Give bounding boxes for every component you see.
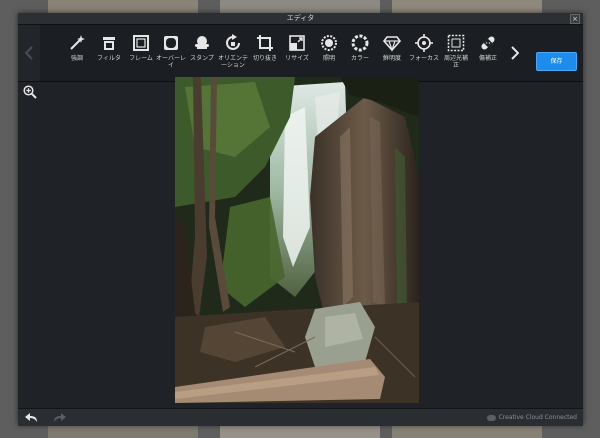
- frame-icon: [133, 35, 149, 51]
- tool-focus[interactable]: フォーカス: [407, 32, 441, 78]
- tool-label: カラー: [350, 55, 369, 62]
- canvas-area: [18, 77, 583, 408]
- tool-label: 強調: [70, 55, 83, 62]
- creative-cloud-status: Creative Cloud Connected: [486, 413, 577, 422]
- tool-resize[interactable]: リサイズ: [280, 32, 314, 78]
- tool-label: 周辺光補 正: [443, 55, 468, 69]
- chevron-left-icon: [25, 46, 33, 60]
- tool-crop[interactable]: 切り抜き: [248, 32, 282, 78]
- background-thumbnail: [48, 0, 198, 14]
- vignette-icon: [447, 34, 465, 52]
- scroll-tools-left-button[interactable]: [18, 25, 40, 81]
- tool-bar: 強調 フィルタ フレーム オーバーレ イ スタンプ オリエンテ ーション 切り抜…: [18, 25, 583, 82]
- zoom-in-icon[interactable]: [23, 85, 37, 99]
- save-button[interactable]: 保存: [536, 52, 577, 71]
- tool-label: オリエンテ ーション: [217, 55, 248, 69]
- scroll-tools-right-button[interactable]: [504, 25, 526, 81]
- photo-preview[interactable]: [175, 77, 419, 403]
- tool-label: フィルタ: [97, 55, 121, 62]
- cloud-status-icon: [486, 414, 496, 421]
- rotate-icon: [226, 34, 240, 50]
- tool-label: リサイズ: [285, 55, 309, 62]
- tool-filter[interactable]: フィルタ: [92, 32, 126, 78]
- tool-frame[interactable]: フレーム: [124, 32, 158, 78]
- tool-sharpness[interactable]: 鮮明度: [375, 32, 409, 78]
- tool-label: 切り抜き: [252, 55, 277, 62]
- tool-vignette[interactable]: 周辺光補 正: [439, 32, 473, 78]
- tool-label: スタンプ: [190, 55, 214, 62]
- tool-label: 鮮明度: [382, 55, 401, 62]
- tool-overlay[interactable]: オーバーレ イ: [154, 32, 188, 78]
- chevron-right-icon: [511, 46, 519, 60]
- tool-label: オーバーレ イ: [156, 55, 186, 69]
- tool-color[interactable]: カラー: [343, 32, 377, 78]
- tool-label: フォーカス: [408, 55, 439, 62]
- background-thumbnail: [220, 0, 380, 14]
- tool-stamp[interactable]: スタンプ: [185, 32, 219, 78]
- overlay-icon: [164, 36, 178, 50]
- creative-cloud-label: Creative Cloud Connected: [498, 414, 577, 421]
- background-thumbnail: [392, 0, 542, 14]
- redo-icon[interactable]: [52, 412, 66, 423]
- diamond-icon: [383, 36, 401, 52]
- title-bar: エディタ ×: [18, 13, 583, 25]
- tool-list: 強調 フィルタ フレーム オーバーレ イ スタンプ オリエンテ ーション 切り抜…: [56, 25, 504, 81]
- color-icon: [351, 34, 369, 52]
- filter-icon: [103, 37, 115, 50]
- tool-label: フレーム: [129, 55, 153, 62]
- magic-wand-icon: [70, 35, 85, 50]
- resize-icon: [289, 35, 305, 51]
- editor-window: エディタ × 強調 フィルタ フレーム オーバーレ イ スタンプ オリエンテ ー…: [18, 13, 583, 426]
- stamp-icon: [195, 36, 209, 49]
- lighting-icon: [321, 35, 337, 51]
- close-button[interactable]: ×: [570, 14, 580, 24]
- crop-icon: [257, 35, 273, 51]
- window-title: エディタ: [286, 14, 315, 22]
- focus-icon: [415, 34, 433, 52]
- tool-orientation[interactable]: オリエンテ ーション: [216, 32, 250, 78]
- tool-lighting[interactable]: 照明: [312, 32, 346, 78]
- background-thumbnail: [392, 424, 542, 438]
- tool-blemish[interactable]: 傷補正: [471, 32, 505, 78]
- tool-enhance[interactable]: 強調: [60, 32, 94, 78]
- tool-label: 傷補正: [478, 55, 497, 62]
- background-thumbnail: [48, 424, 198, 438]
- tool-label: 照明: [322, 55, 335, 62]
- bottom-bar: Creative Cloud Connected: [18, 408, 583, 426]
- undo-icon[interactable]: [25, 412, 39, 423]
- forest-photo-image: [175, 77, 419, 403]
- bandage-icon: [481, 36, 495, 50]
- background-thumbnail: [220, 424, 380, 438]
